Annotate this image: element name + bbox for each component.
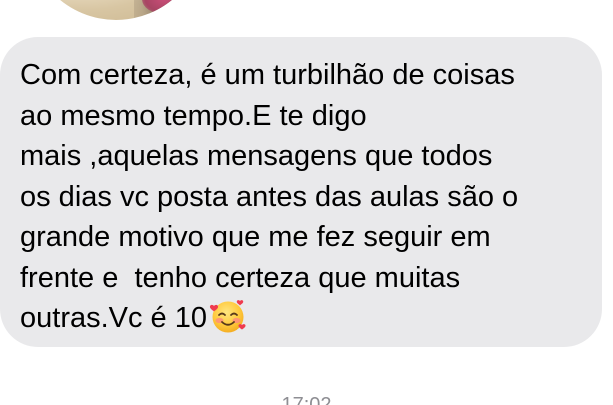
smiling-face-with-hearts-icon xyxy=(209,298,247,334)
message-line: ao mesmo tempo.E te digo xyxy=(20,99,367,132)
message-text: Com certeza, é um turbilhão de coisas ao… xyxy=(20,55,590,339)
message-line: Com certeza, é um turbilhão de coisas xyxy=(20,59,515,91)
message-line: outras.Vc é 10 xyxy=(20,302,207,334)
message-timestamp: 17:02 xyxy=(281,394,332,405)
chat-screen: Com certeza, é um turbilhão de coisas ao… xyxy=(0,0,613,405)
contact-avatar[interactable] xyxy=(28,0,204,20)
message-line: os dias vc posta antes das aulas são o xyxy=(20,180,519,213)
message-line: mais ,aquelas mensagens que todos xyxy=(20,140,493,172)
message-line: frente e tenho certeza que muitas xyxy=(20,261,461,294)
message-line: grande motivo que me fez seguir em xyxy=(20,221,491,253)
